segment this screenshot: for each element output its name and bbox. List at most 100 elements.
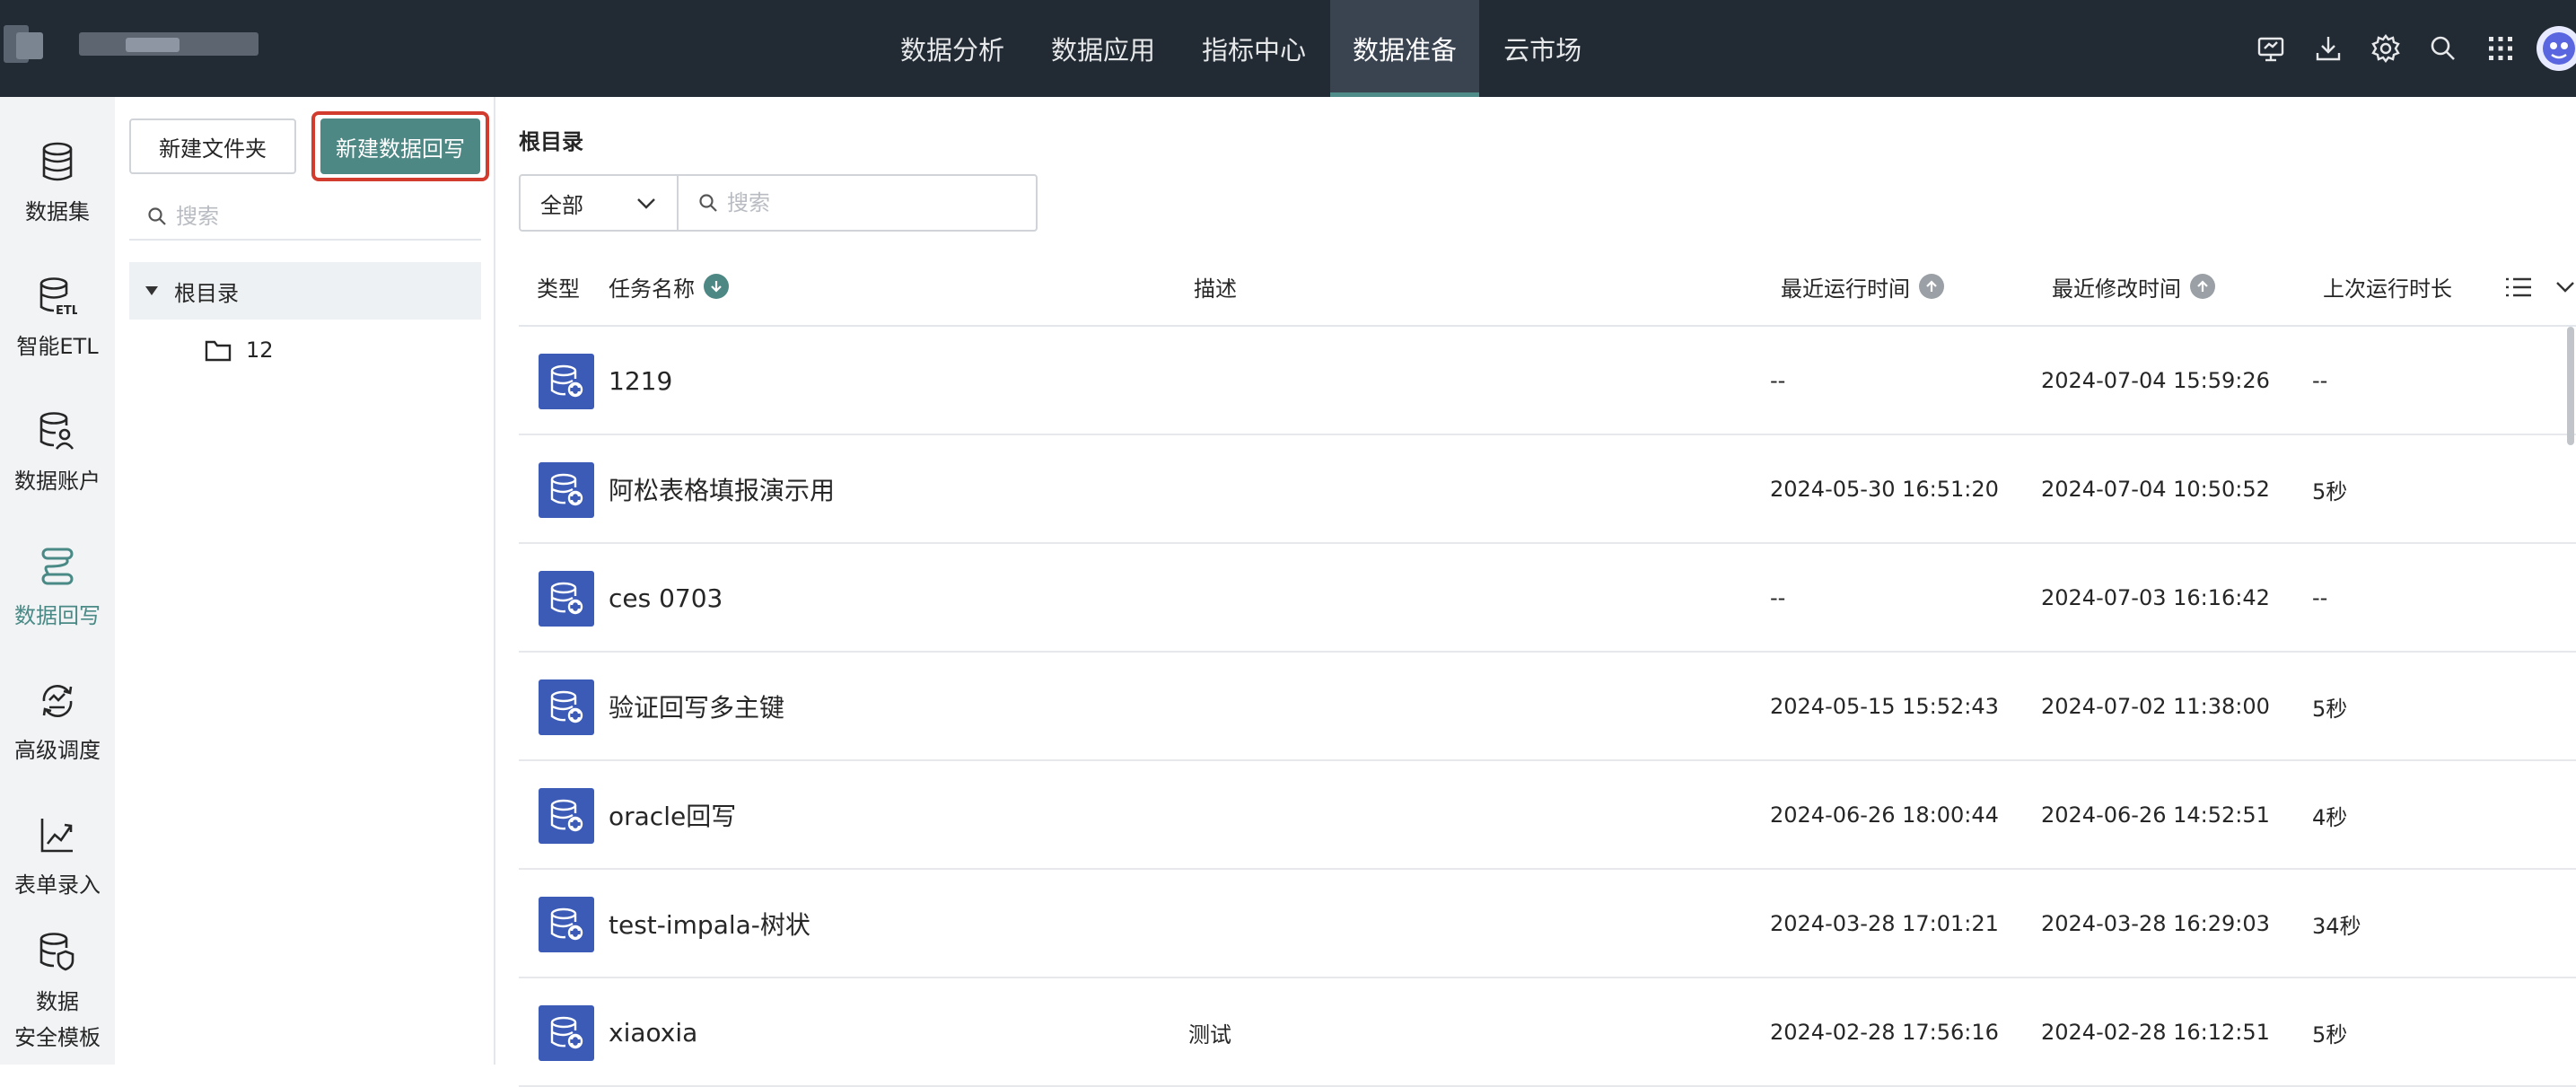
task-name[interactable]: xiaoxia	[609, 978, 697, 1086]
etl-icon: ETL	[35, 275, 80, 320]
col-last-run-label: 最近运行时间	[1781, 276, 1910, 302]
writeback-task-icon	[539, 571, 594, 627]
col-last-modified[interactable]: 最近修改时间	[2052, 255, 2215, 318]
data-account-icon	[35, 409, 80, 454]
security-template-icon	[35, 930, 80, 975]
task-last-run: 2024-05-30 16:51:20	[1770, 477, 1999, 502]
settings-icon[interactable]	[2357, 20, 2414, 77]
rail-item-data-writeback[interactable]: 数据回写	[0, 544, 115, 634]
task-last-modified: 2024-03-28 16:29:03	[2041, 911, 2270, 936]
task-last-run: --	[1770, 585, 1786, 610]
highlight-box: 新建数据回写	[311, 111, 489, 181]
nav-data-analysis[interactable]: 数据分析	[878, 0, 1027, 97]
form-entry-icon	[35, 813, 80, 858]
task-name[interactable]: test-impala-树状	[609, 870, 810, 977]
svg-text:ETL: ETL	[56, 304, 77, 318]
task-last-run: --	[1770, 368, 1786, 393]
product-logo[interactable]	[0, 20, 269, 70]
col-last-run[interactable]: 最近运行时间	[1781, 255, 1944, 318]
task-last-run: 2024-02-28 17:56:16	[1770, 1020, 1999, 1045]
writeback-task-icon	[539, 788, 594, 844]
sort-desc-icon[interactable]	[704, 274, 729, 299]
filter-value: 全部	[540, 192, 583, 218]
writeback-task-icon	[539, 1005, 594, 1061]
nav-data-apps[interactable]: 数据应用	[1029, 0, 1178, 97]
table-row[interactable]: 阿松表格填报演示用 2024-05-30 16:51:20 2024-07-04…	[519, 435, 2576, 544]
task-name[interactable]: ces 0703	[609, 544, 723, 652]
folder-search-input[interactable]	[176, 204, 445, 229]
table-row[interactable]: test-impala-树状 2024-03-28 17:01:21 2024-…	[519, 870, 2576, 978]
col-type: 类型	[537, 276, 580, 302]
rail-item-smart-etl[interactable]: ETL 智能ETL	[0, 275, 115, 364]
table-scrollbar[interactable]	[2567, 327, 2574, 445]
task-duration: 4秒	[2312, 804, 2348, 830]
search-icon[interactable]	[2414, 20, 2472, 77]
task-last-modified: 2024-07-03 16:16:42	[2041, 585, 2270, 610]
chevron-down-icon	[637, 198, 655, 209]
rail-label: 数据回写	[14, 603, 101, 628]
task-last-modified: 2024-02-28 16:12:51	[2041, 1020, 2270, 1045]
task-name[interactable]: 1219	[609, 327, 672, 434]
table-row[interactable]: oracle回写 2024-06-26 18:00:44 2024-06-26 …	[519, 761, 2576, 870]
rail-item-datasets[interactable]: 数据集	[0, 140, 115, 230]
monitor-icon[interactable]	[2242, 20, 2300, 77]
table-row[interactable]: xiaoxia 测试 2024-02-28 17:56:16 2024-02-2…	[519, 978, 2576, 1087]
search-icon	[148, 207, 166, 225]
tree-folder-label: 12	[246, 337, 274, 363]
table-row[interactable]: ces 0703 -- 2024-07-03 16:16:42 --	[519, 544, 2576, 653]
task-duration: --	[2312, 585, 2328, 610]
rail-label: 表单录入	[14, 872, 101, 898]
folder-search	[129, 194, 481, 241]
task-search	[677, 174, 1038, 232]
nav-data-prep[interactable]: 数据准备	[1330, 0, 1480, 97]
database-icon	[35, 140, 80, 185]
rail-label-line2: 安全模板	[14, 1025, 101, 1050]
table-row[interactable]: 1219 -- 2024-07-04 15:59:26 --	[519, 327, 2576, 435]
tree-folder-item[interactable]: 12	[205, 330, 274, 370]
col-name[interactable]: 任务名称	[609, 255, 729, 318]
task-desc: 测试	[1188, 1021, 1231, 1048]
new-folder-button[interactable]: 新建文件夹	[129, 118, 296, 174]
download-icon[interactable]	[2300, 20, 2357, 77]
task-search-input[interactable]	[727, 190, 1014, 215]
rail-label: 数据 安全模板	[14, 984, 101, 1056]
writeback-task-icon	[539, 354, 594, 409]
main-content: 根目录 全部 类型 任务名称 描述 最近运行时间 最近修改时间	[497, 97, 2576, 1087]
col-desc: 描述	[1194, 276, 1237, 302]
rail-item-advanced-schedule[interactable]: 高级调度	[0, 679, 115, 768]
breadcrumb[interactable]: 根目录	[519, 124, 583, 155]
column-settings-toggle[interactable]	[2504, 271, 2576, 303]
task-last-run: 2024-03-28 17:01:21	[1770, 911, 1999, 936]
writeback-task-icon	[539, 679, 594, 735]
rail-label: 智能ETL	[16, 334, 99, 359]
rail-item-security-template[interactable]: 数据 安全模板	[0, 930, 115, 1056]
sort-asc-icon[interactable]	[1919, 274, 1944, 299]
task-duration: --	[2312, 368, 2328, 393]
task-duration: 5秒	[2312, 1021, 2348, 1048]
rail-label-line1: 数据	[36, 989, 79, 1014]
rail-item-form-entry[interactable]: 表单录入	[0, 813, 115, 903]
rail-item-data-account[interactable]: 数据账户	[0, 409, 115, 499]
nav-cloud-market[interactable]: 云市场	[1481, 0, 1604, 97]
apps-grid-icon[interactable]	[2472, 20, 2529, 77]
task-name[interactable]: oracle回写	[609, 761, 736, 869]
task-last-modified: 2024-07-02 11:38:00	[2041, 694, 2270, 719]
writeback-task-icon	[539, 897, 594, 952]
rail-label: 数据集	[25, 199, 90, 224]
type-filter-select[interactable]: 全部	[519, 174, 679, 232]
nav-metrics-center[interactable]: 指标中心	[1179, 0, 1328, 97]
sort-asc-icon[interactable]	[2190, 274, 2215, 299]
user-avatar[interactable]	[2537, 26, 2576, 71]
task-last-modified: 2024-06-26 14:52:51	[2041, 802, 2270, 828]
top-bar: 数据分析 数据应用 指标中心 数据准备 云市场	[0, 0, 2576, 97]
task-name[interactable]: 验证回写多主键	[609, 653, 784, 760]
task-duration: 5秒	[2312, 696, 2348, 722]
new-writeback-button[interactable]: 新建数据回写	[320, 118, 480, 174]
caret-down-icon[interactable]	[145, 286, 158, 295]
task-name[interactable]: 阿松表格填报演示用	[609, 435, 835, 543]
tree-root[interactable]: 根目录	[129, 262, 481, 320]
task-last-modified: 2024-07-04 15:59:26	[2041, 368, 2270, 393]
table-row[interactable]: 验证回写多主键 2024-05-15 15:52:43 2024-07-02 1…	[519, 653, 2576, 761]
folder-panel: 新建文件夹 新建数据回写 根目录 12	[115, 97, 495, 1065]
task-duration: 5秒	[2312, 478, 2348, 504]
